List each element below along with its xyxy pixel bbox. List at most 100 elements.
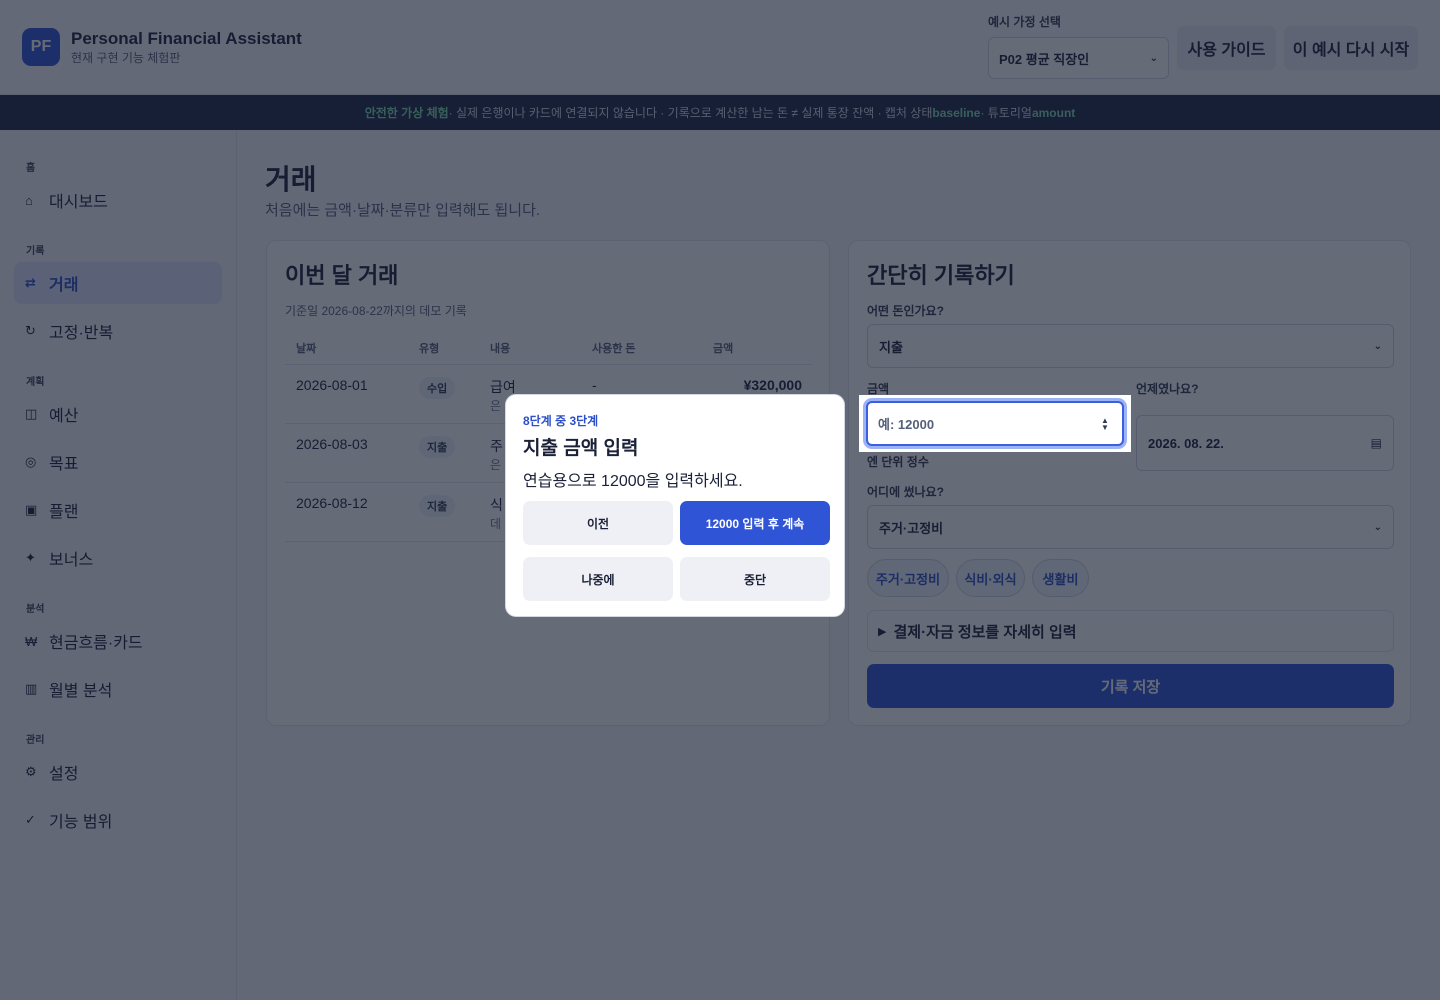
target-icon: ◎ xyxy=(25,454,37,469)
column-header: 날짜 xyxy=(296,343,317,355)
sidebar-item-label: 고정·반복 xyxy=(49,325,114,342)
banner-highlight: 안전한 가상 체험 xyxy=(364,106,449,120)
kind-select[interactable]: 지출 ⌄ xyxy=(867,324,1394,368)
table-divider xyxy=(285,364,812,365)
repeat-icon: ↻ xyxy=(25,323,36,338)
check-icon: ✓ xyxy=(25,812,36,827)
swap-icon: ⇄ xyxy=(25,275,36,290)
sparkle-icon: ✦ xyxy=(25,550,36,565)
row-content: 식 xyxy=(490,497,503,513)
row-amount: ¥320,000 xyxy=(743,377,802,393)
tutorial-step: 8단계 중 3단계 xyxy=(523,414,599,428)
budget-icon: ◫ xyxy=(25,406,38,421)
sidebar-section-analysis: 분석 xyxy=(26,604,45,615)
date-input[interactable]: 2026. 08. 22. ▤ xyxy=(1136,415,1394,471)
sidebar-item-monthly[interactable]: ▥ 월별 분석 xyxy=(14,668,222,710)
sidebar-item-label: 목표 xyxy=(49,456,79,473)
sidebar-item-label: 현금흐름·카드 xyxy=(49,635,143,652)
row-date: 2026-08-01 xyxy=(296,377,368,393)
restart-button[interactable]: 이 예시 다시 시작 xyxy=(1284,26,1418,70)
category-chip[interactable]: 주거·고정비 xyxy=(867,559,949,597)
tutorial-prev-button[interactable]: 이전 xyxy=(523,501,673,545)
column-header: 내용 xyxy=(490,343,511,355)
sidebar-section-plan: 계획 xyxy=(26,377,45,388)
category-label: 어디에 썼나요? xyxy=(867,485,944,499)
household-select-label: 예시 가정 선택 xyxy=(988,15,1061,29)
banner-text: · 실제 은행이나 카드에 연결되지 않습니다 · 기록으로 계산한 남는 돈 … xyxy=(448,106,933,120)
date-label: 언제였나요? xyxy=(1136,382,1199,396)
row-content-sub: 데 xyxy=(490,517,502,531)
transactions-title: 이번 달 거래 xyxy=(285,263,399,288)
banner-text-tutorial: · 튜토리얼 xyxy=(980,106,1032,120)
row-date: 2026-08-12 xyxy=(296,495,368,511)
sidebar-item-label: 대시보드 xyxy=(49,194,108,211)
tutorial-next-button[interactable]: 12000 입력 후 계속 xyxy=(680,501,830,545)
chevron-down-icon: ⌄ xyxy=(1373,521,1382,533)
details-toggle[interactable]: ▶ 결제·자금 정보를 자세히 입력 xyxy=(867,610,1394,652)
type-badge: 지출 xyxy=(419,495,456,517)
banner-capture-state: baseline xyxy=(932,105,981,120)
household-select-value: P02 평균 직장인 xyxy=(999,51,1090,67)
sidebar-item-cashflow[interactable]: ₩ 현금흐름·카드 xyxy=(14,620,222,662)
tutorial-later-button[interactable]: 나중에 xyxy=(523,557,673,601)
sidebar-item-label: 기능 범위 xyxy=(49,814,113,831)
sidebar-item-label: 거래 xyxy=(49,277,79,294)
sidebar-item-transactions[interactable]: ⇄ 거래 xyxy=(14,262,222,304)
kind-select-value: 지출 xyxy=(879,339,903,355)
amount-hint: 엔 단위 정수 xyxy=(867,455,929,469)
sidebar-item-settings[interactable]: ⚙ 설정 xyxy=(14,751,222,793)
transactions-note: 기준일 2026-08-22까지의 데모 기록 xyxy=(285,304,467,318)
amount-input[interactable]: 예: 12000 ▲ ▼ xyxy=(866,401,1124,446)
tutorial-dialog: 8단계 중 3단계 지출 금액 입력 연습용으로 12000을 입력하세요. 이… xyxy=(505,394,845,617)
safety-banner: 안전한 가상 체험 · 실제 은행이나 카드에 연결되지 않습니다 · 기록으로… xyxy=(0,95,1440,130)
sidebar-item-label: 설정 xyxy=(49,766,79,783)
type-badge: 지출 xyxy=(419,436,456,458)
column-header: 사용한 돈 xyxy=(592,343,636,355)
sidebar-section-home: 홈 xyxy=(26,163,36,174)
row-spent: - xyxy=(592,377,597,393)
row-date: 2026-08-03 xyxy=(296,436,368,452)
quick-record-title: 간단히 기록하기 xyxy=(867,263,1015,288)
tutorial-stop-button[interactable]: 중단 xyxy=(680,557,830,601)
kind-label: 어떤 돈인가요? xyxy=(867,304,944,318)
row-content: 주 xyxy=(490,438,503,454)
date-input-value: 2026. 08. 22. xyxy=(1148,435,1224,451)
app-header: PF Personal Financial Assistant 현재 구현 기능… xyxy=(0,0,1440,95)
sidebar-item-plan[interactable]: ▣ 플랜 xyxy=(14,489,222,531)
amount-input-placeholder: 예: 12000 xyxy=(878,417,935,432)
gear-icon: ⚙ xyxy=(25,764,37,779)
category-select[interactable]: 주거·고정비 ⌄ xyxy=(867,505,1394,549)
chevron-down-icon: ⌄ xyxy=(1149,52,1158,64)
app-title: Personal Financial Assistant xyxy=(71,29,302,48)
sidebar-item-dashboard[interactable]: ⌂ 대시보드 xyxy=(14,179,222,221)
stepper-icon[interactable]: ▲ ▼ xyxy=(1100,417,1110,432)
quick-record-card: 간단히 기록하기 어떤 돈인가요? 지출 ⌄ 금액 엔 단위 정수 언제였나요?… xyxy=(848,240,1411,726)
sidebar-item-goals[interactable]: ◎ 목표 xyxy=(14,441,222,483)
type-badge: 수입 xyxy=(419,377,456,399)
caret-right-icon: ▶ xyxy=(878,625,887,638)
won-icon: ₩ xyxy=(25,633,38,649)
sidebar-item-label: 월별 분석 xyxy=(49,683,113,700)
home-icon: ⌂ xyxy=(25,192,33,208)
sidebar-section-manage: 관리 xyxy=(26,735,45,746)
tutorial-title: 지출 금액 입력 xyxy=(523,438,639,459)
save-record-button[interactable]: 기록 저장 xyxy=(867,664,1394,708)
banner-tutorial-state: amount xyxy=(1031,105,1076,120)
sidebar-item-budget[interactable]: ◫ 예산 xyxy=(14,393,222,435)
plan-icon: ▣ xyxy=(25,502,38,517)
guide-button[interactable]: 사용 가이드 xyxy=(1177,26,1276,70)
sidebar-item-recurring[interactable]: ↻ 고정·반복 xyxy=(14,310,222,352)
sidebar-item-label: 예산 xyxy=(49,408,79,425)
sidebar-item-scope[interactable]: ✓ 기능 범위 xyxy=(14,799,222,841)
category-chip[interactable]: 생활비 xyxy=(1032,559,1089,597)
page-title: 거래 xyxy=(265,164,317,195)
household-select[interactable]: P02 평균 직장인 ⌄ xyxy=(988,37,1169,79)
sidebar-item-bonus[interactable]: ✦ 보너스 xyxy=(14,537,222,579)
bar-chart-icon: ▥ xyxy=(25,681,38,696)
chevron-down-icon: ⌄ xyxy=(1373,340,1382,352)
category-chip[interactable]: 식비·외식 xyxy=(956,559,1025,597)
sidebar-item-label: 플랜 xyxy=(49,504,79,521)
column-header: 금액 xyxy=(713,343,734,355)
category-select-value: 주거·고정비 xyxy=(879,520,944,536)
app-subtitle: 현재 구현 기능 체험판 xyxy=(71,51,181,65)
